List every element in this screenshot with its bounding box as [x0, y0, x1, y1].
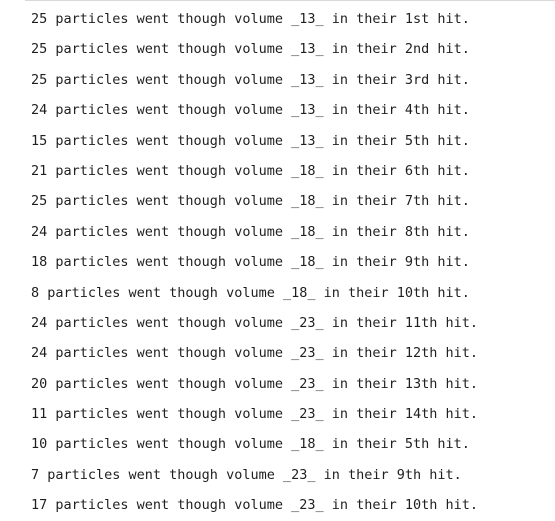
output-line: 8 particles went though volume _18_ in t…: [31, 284, 470, 301]
output-line: 20 particles went though volume _23_ in …: [31, 375, 479, 392]
output-line: 18 particles went though volume _18_ in …: [31, 254, 470, 271]
output-line: 10 particles went though volume _18_ in …: [31, 436, 470, 453]
output-line: 25 particles went though volume _13_ in …: [31, 11, 470, 27]
output-line: 7 particles went though volume _23_ in t…: [31, 466, 462, 483]
output-line: 24 particles went though volume _23_ in …: [31, 345, 479, 362]
output-line: 24 particles went though volume _23_ in …: [31, 314, 479, 331]
output-line: 24 particles went though volume _18_ in …: [31, 223, 470, 240]
cell-output: 25 particles went though volume _13_ in …: [31, 4, 551, 521]
output-line: 15 particles went though volume _13_ in …: [31, 132, 470, 149]
output-line: 24 particles went though volume _13_ in …: [31, 102, 470, 119]
output-line: 17 particles went though volume _23_ in …: [31, 497, 479, 514]
output-line: 25 particles went though volume _18_ in …: [31, 193, 470, 210]
output-line: 25 particles went though volume _13_ in …: [31, 71, 470, 88]
output-line: 25 particles went though volume _13_ in …: [31, 41, 470, 58]
output-line: 21 particles went though volume _18_ in …: [31, 162, 470, 179]
output-top-border: [25, 0, 555, 1]
output-line: 11 particles went though volume _23_ in …: [31, 406, 479, 423]
